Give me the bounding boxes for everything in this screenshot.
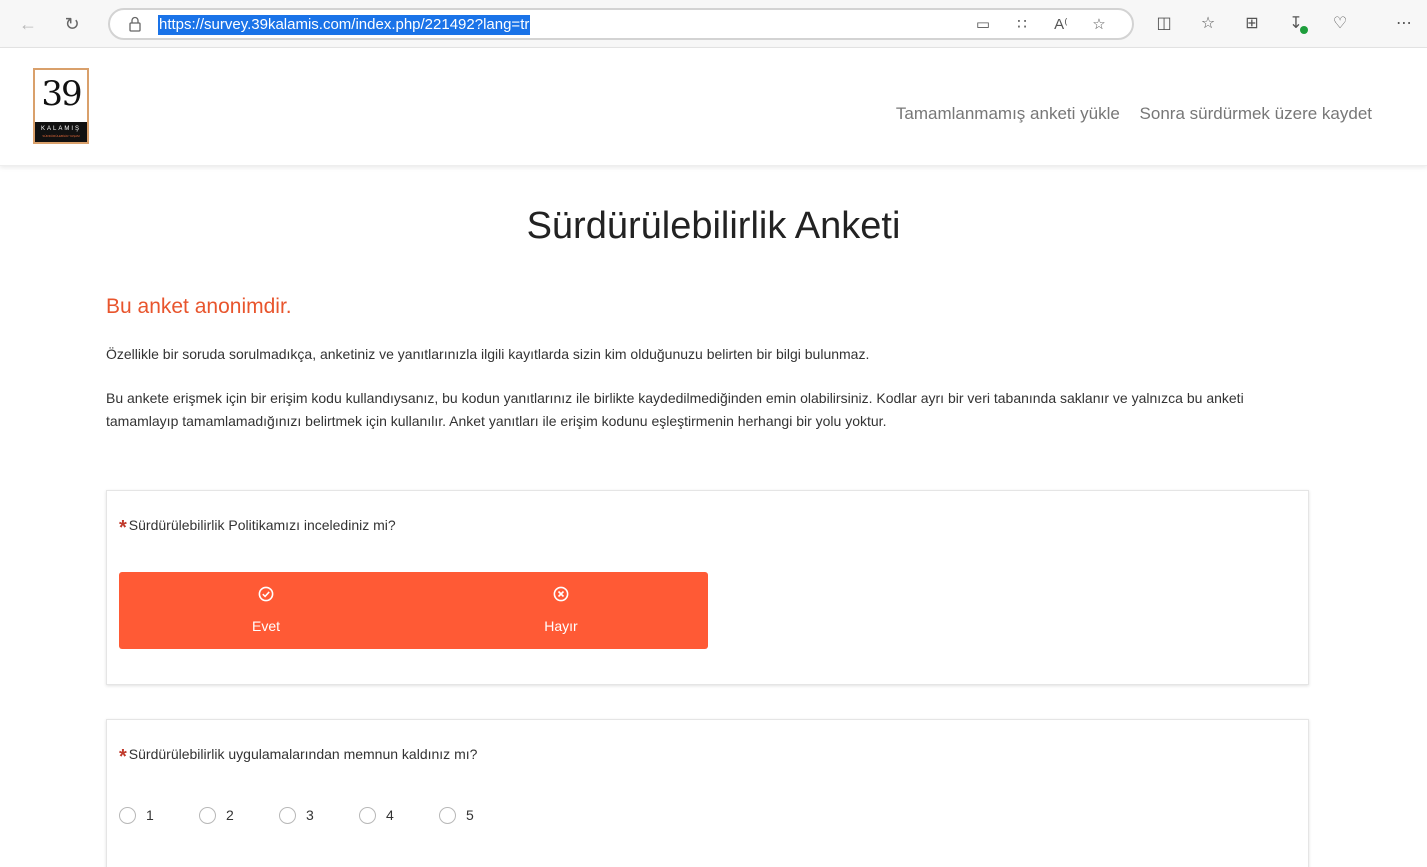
- question-2-label: Sürdürülebilirlik uygulamalarından memnu…: [128, 746, 478, 762]
- survey-title: Sürdürülebilirlik Anketi: [526, 205, 901, 247]
- back-icon[interactable]: ←: [18, 14, 38, 34]
- rating-option-1[interactable]: 1: [119, 806, 179, 826]
- question-2-text: * Sürdürülebilirlik uygulamalarından memn…: [119, 742, 478, 768]
- radio-button[interactable]: [199, 807, 216, 824]
- yes-button-label: Evet: [251, 618, 280, 634]
- question-1-label: Sürdürülebilirlik Politikamızı inceledin…: [128, 517, 396, 533]
- rating-option-2[interactable]: 2: [199, 806, 259, 826]
- rating-label: 1: [146, 807, 154, 823]
- site-logo[interactable]: 39 KALAMIŞ SÜRDÜRÜLEBİLİR YAŞAM: [33, 68, 89, 144]
- browser-essentials-icon[interactable]: ♡: [1329, 14, 1351, 34]
- favorite-star-icon[interactable]: ☆: [1088, 15, 1110, 35]
- more-icon[interactable]: ⋯: [1393, 14, 1415, 34]
- download-complete-dot: [1300, 26, 1308, 34]
- app-available-icon[interactable]: ▭: [972, 15, 994, 35]
- radio-button[interactable]: [279, 807, 296, 824]
- load-unfinished-survey-link[interactable]: Tamamlanmamış anketi yükle: [896, 104, 1120, 123]
- address-bar[interactable]: https://survey.39kalamis.com/index.php/2…: [108, 8, 1134, 40]
- radio-button[interactable]: [439, 807, 456, 824]
- logo-band-text: KALAMIŞ: [40, 126, 81, 132]
- browser-toolbar: ← ↻ https://survey.39kalamis.com/index.p…: [0, 0, 1427, 48]
- anonymous-paragraph-2: Bu ankete erişmek için bir erişim kodu k…: [106, 390, 1244, 429]
- required-asterisk: *: [119, 746, 127, 768]
- rating-option-4[interactable]: 4: [359, 806, 419, 826]
- reload-icon[interactable]: ↻: [62, 14, 82, 34]
- site-header: 39 KALAMIŞ SÜRDÜRÜLEBİLİR YAŞAM Tamamlan…: [0, 48, 1427, 166]
- downloads-icon[interactable]: ↧: [1285, 14, 1308, 34]
- check-circle-icon: [258, 586, 274, 602]
- header-links: Tamamlanmamış anketi yükle Sonra sürdürm…: [881, 104, 1372, 124]
- grid-icon[interactable]: ∷: [1011, 15, 1033, 35]
- question-1-text: * Sürdürülebilirlik Politikamızı inceledi…: [119, 513, 396, 539]
- logo-subtext: SÜRDÜRÜLEBİLİR YAŞAM: [42, 134, 80, 138]
- question-card-1: * Sürdürülebilirlik Politikamızı inceledi…: [106, 490, 1309, 685]
- collections-icon[interactable]: ⊞: [1241, 14, 1263, 34]
- x-circle-icon: [553, 586, 569, 602]
- required-asterisk: *: [119, 517, 127, 539]
- radio-button[interactable]: [359, 807, 376, 824]
- anonymous-paragraph-1: Özellikle bir soruda sorulmadıkça, anket…: [106, 346, 870, 362]
- anonymous-heading: Bu anket anonimdir.: [106, 295, 292, 318]
- lock-icon[interactable]: [128, 16, 142, 32]
- rating-label: 2: [226, 807, 234, 823]
- rating-option-5[interactable]: 5: [439, 806, 499, 826]
- save-for-later-link[interactable]: Sonra sürdürmek üzere kaydet: [1140, 104, 1372, 123]
- yes-button[interactable]: Evet: [119, 572, 413, 649]
- radio-button[interactable]: [119, 807, 136, 824]
- no-button[interactable]: Hayır: [414, 572, 708, 649]
- rating-option-3[interactable]: 3: [279, 806, 339, 826]
- rating-label: 5: [466, 807, 474, 823]
- rating-label: 4: [386, 807, 394, 823]
- favorites-icon[interactable]: ☆: [1197, 14, 1219, 34]
- no-button-label: Hayır: [544, 618, 578, 634]
- yes-no-button-group: Evet Hayır: [119, 572, 708, 649]
- question-card-2: * Sürdürülebilirlik uygulamalarından memn…: [106, 719, 1309, 867]
- rating-label: 3: [306, 807, 314, 823]
- split-screen-icon[interactable]: ◫: [1153, 14, 1175, 34]
- read-aloud-icon[interactable]: A⁽: [1050, 15, 1072, 35]
- logo-band: KALAMIŞ SÜRDÜRÜLEBİLİR YAŞAM: [35, 122, 87, 142]
- url-text[interactable]: https://survey.39kalamis.com/index.php/2…: [158, 15, 531, 35]
- logo-number: 39: [41, 74, 82, 114]
